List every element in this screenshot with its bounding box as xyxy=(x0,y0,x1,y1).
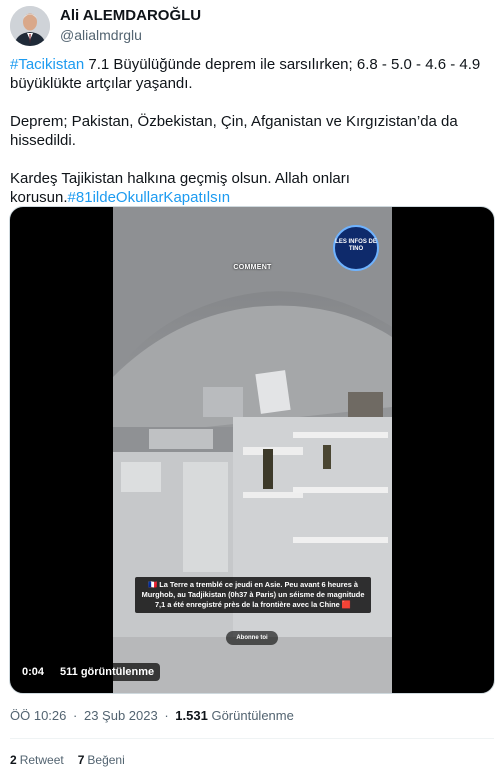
tweet-date[interactable]: 23 Şub 2023 xyxy=(84,708,158,723)
tweet-paragraph-3: Kardeş Tajikistan halkına geçmiş olsun. … xyxy=(10,169,494,207)
channel-badge-label: LES INFOS DE TINO xyxy=(335,239,377,252)
tweet-paragraph-text: Deprem; Pakistan, Özbekistan, Çin, Afgan… xyxy=(10,113,458,149)
subscribe-overlay-button: Abonne toi xyxy=(226,631,278,645)
likes-label: Beğeni xyxy=(87,753,125,767)
tweet-header: Ali ALEMDAROĞLU @alialmdrglu xyxy=(10,6,494,46)
hashtag-link[interactable]: #81ildeOkullarKapatılsın xyxy=(68,189,231,206)
tweet-paragraph-1: #Tacikistan 7.1 Büyülüğünde deprem ile s… xyxy=(10,55,494,93)
tweet-text: #Tacikistan 7.1 Büyülüğünde deprem ile s… xyxy=(10,55,494,207)
separator: · xyxy=(164,708,169,723)
author-name[interactable]: Ali ALEMDAROĞLU xyxy=(60,7,201,25)
video-player[interactable]: LES INFOS DE TINO COMMENT 🇫🇷 La Terre a … xyxy=(9,206,495,694)
avatar[interactable] xyxy=(10,6,50,46)
tweet-time[interactable]: ÖÖ 10:26 xyxy=(10,708,66,723)
author-block: Ali ALEMDAROĞLU @alialmdrglu xyxy=(60,7,201,44)
tweet-paragraph-2: Deprem; Pakistan, Özbekistan, Çin, Afgan… xyxy=(10,112,494,150)
video-frame: LES INFOS DE TINO COMMENT 🇫🇷 La Terre a … xyxy=(113,207,392,693)
video-duration: 0:04 xyxy=(16,663,51,681)
likes-count: 7 xyxy=(77,753,85,767)
author-handle[interactable]: @alialmdrglu xyxy=(60,26,201,44)
retweets-count: 2 xyxy=(10,753,17,767)
retweets-label: Retweet xyxy=(19,753,64,767)
likes-stat[interactable]: 7 Beğeni xyxy=(78,752,125,768)
hashtag-link[interactable]: #Tacikistan xyxy=(10,56,84,73)
retweets-stat[interactable]: 2 Retweet xyxy=(10,752,64,768)
avatar-image xyxy=(10,6,50,46)
tweet-timestamp: ÖÖ 10:26 · 23 Şub 2023 · 1.531 Görüntüle… xyxy=(10,708,294,724)
video-meta: 0:04 511 görüntülenme xyxy=(16,663,161,681)
separator: · xyxy=(73,708,78,723)
divider xyxy=(10,738,494,739)
video-view-count: 511 görüntülenme xyxy=(54,663,161,681)
video-caption: 🇫🇷 La Terre a tremblé ce jeudi en Asie. … xyxy=(135,577,371,613)
video-scene xyxy=(113,207,392,693)
view-count: 1.531 xyxy=(175,708,208,723)
video-overlay-label: COMMENT xyxy=(233,264,272,271)
engagement-stats: 2 Retweet 7 Beğeni xyxy=(10,752,125,768)
view-count-label: Görüntülenme xyxy=(207,708,294,723)
